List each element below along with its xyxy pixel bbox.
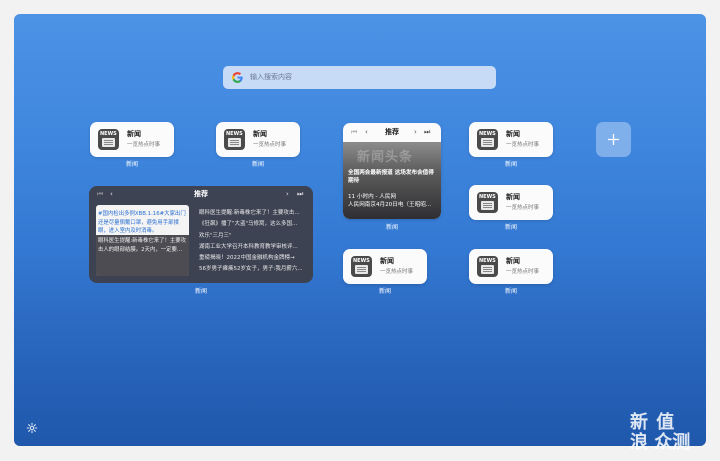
search-bar[interactable]: 输入搜索内容 [223, 66, 496, 89]
list-item[interactable]: 重磅揭晓！2022中国金融机构金牌榜→ [199, 253, 309, 264]
widget-title: 新闻 [127, 130, 141, 138]
widget-title: 新闻 [380, 257, 394, 265]
widget-title: 新闻 [506, 193, 520, 201]
last-page-button[interactable]: ⏭ [424, 127, 430, 137]
news-icon: NEWS [98, 129, 119, 150]
news-icon: NEWS [224, 129, 245, 150]
google-icon [232, 72, 243, 83]
widget-caption-4: 新闻 [504, 224, 517, 231]
widget-title: 新闻 [253, 130, 267, 138]
news-thumbnail[interactable]: #国内检出多例XBB.1.16#大家出门还是尽量佩戴口罩，避免用手部揉眼，进入室… [96, 205, 189, 276]
news-icon: NEWS [477, 192, 498, 213]
last-page-button[interactable]: ⏭ [297, 189, 303, 199]
news-source: 人民网南京4月20日电（王昭昭... [348, 202, 432, 209]
list-item[interactable]: 眼科医生提醒:新毒株它来了！主要攻击... [199, 208, 309, 219]
news-headline[interactable]: 全国两会最新报道 这场发布会值得期待 [348, 169, 438, 185]
widget-caption-1: 新闻 [125, 161, 138, 168]
widget-title: 新闻 [506, 130, 520, 138]
news-icon: NEWS [351, 256, 372, 277]
news-icon: NEWS [477, 129, 498, 150]
list-item[interactable]: 《狂飙》播了"大盗"马修窝，这么多国... [199, 219, 309, 230]
panel-title: 推荐 [194, 190, 208, 198]
widget-subtitle: 一览热点时事 [506, 269, 540, 275]
widget-caption-3: 新闻 [504, 161, 517, 168]
widget-subtitle: 一览热点时事 [506, 142, 540, 148]
thumbnail-text: #国内检出多例XBB.1.16#大家出门还是尽量佩戴口罩，避免用手部揉眼，进入室… [98, 211, 186, 235]
plus-icon [608, 134, 619, 145]
news-widget-6[interactable]: NEWS 新闻 一览热点时事 [469, 249, 553, 284]
widget-caption-2: 新闻 [251, 161, 264, 168]
recommend-list-panel[interactable]: ⏮ ‹ 推荐 › ⏭ #国内检出多例XBB.1.16#大家出门还是尽量佩戴口罩，… [89, 186, 313, 283]
panel-header: ⏮ ‹ 推荐 › ⏭ [89, 186, 313, 202]
thumbnail-overlay-text: 眼科医生提醒:新毒株它来了！主要攻击人的眼部结膜。2天内，一定要... [98, 238, 187, 253]
news-icon: NEWS [477, 256, 498, 277]
brand-watermark-sub: 浪 众测 [630, 432, 691, 453]
news-widget-4[interactable]: NEWS 新闻 一览热点时事 [469, 185, 553, 220]
add-widget-button[interactable] [596, 122, 631, 157]
news-image[interactable]: 新闻头条 全国两会最新报道 这场发布会值得期待 11 小时内 - 人民网 人民网… [343, 142, 441, 219]
widget-subtitle: 一览热点时事 [380, 269, 414, 275]
widget-subtitle: 一览热点时事 [253, 142, 287, 148]
news-time: 11 小时内 - 人民网 [348, 194, 397, 200]
widget-caption-6: 新闻 [504, 288, 517, 295]
list-item[interactable]: 56岁男子瘫痪52岁女子，男子:我月薪六... [199, 264, 309, 275]
desktop-screen: 输入搜索内容 NEWS 新闻 一览热点时事 新闻 NEWS 新闻 一览热点时事 … [14, 14, 706, 446]
recommend-news-panel[interactable]: ⏮ ‹ 推荐 › ⏭ 新闻头条 全国两会最新报道 这场发布会值得期待 11 小时… [343, 123, 441, 219]
brand-watermark: 新 值 [630, 412, 676, 433]
news-widget-5[interactable]: NEWS 新闻 一览热点时事 [343, 249, 427, 284]
next-page-button[interactable]: › [414, 127, 417, 137]
widget-subtitle: 一览热点时事 [506, 205, 540, 211]
news-widget-1[interactable]: NEWS 新闻 一览热点时事 [90, 122, 174, 157]
headline-list: 眼科医生提醒:新毒株它来了！主要攻击... 《狂飙》播了"大盗"马修窝，这么多国… [199, 208, 309, 276]
list-panel-caption: 新闻 [194, 288, 207, 295]
news-meta: 11 小时内 - 人民网 人民网南京4月20日电（王昭昭... [348, 193, 438, 210]
news-widget-2[interactable]: NEWS 新闻 一览热点时事 [216, 122, 300, 157]
widget-subtitle: 一览热点时事 [127, 142, 161, 148]
image-watermark: 新闻头条 [357, 150, 414, 165]
list-item[interactable]: 湖南工业大学召开本科教育教学审核评... [199, 242, 309, 253]
search-input[interactable]: 输入搜索内容 [250, 71, 292, 84]
news-widget-3[interactable]: NEWS 新闻 一览热点时事 [469, 122, 553, 157]
list-item[interactable]: 欢乐"三月三" [199, 231, 309, 242]
widget-title: 新闻 [506, 257, 520, 265]
recommend-panel-caption: 新闻 [385, 224, 398, 231]
gear-icon[interactable] [26, 422, 38, 434]
next-page-button[interactable]: › [286, 189, 289, 199]
widget-caption-5: 新闻 [378, 288, 391, 295]
